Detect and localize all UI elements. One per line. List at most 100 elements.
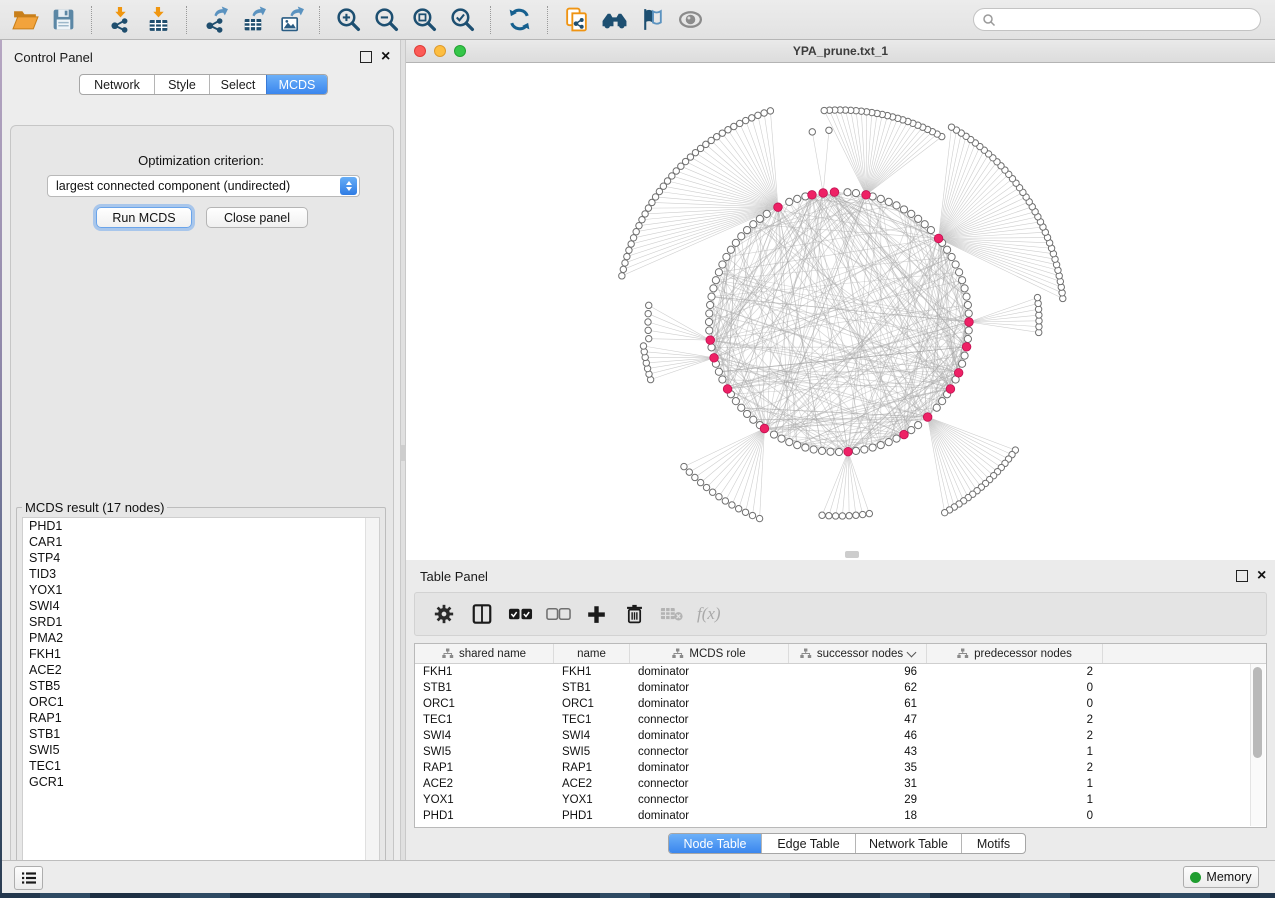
tab-mcds[interactable]: MCDS	[266, 75, 327, 94]
table-row[interactable]: STB1STB1dominator620	[415, 680, 1266, 696]
cell: PHD1	[415, 810, 554, 822]
result-node[interactable]: YOX1	[23, 582, 379, 598]
show-hide-button[interactable]	[595, 4, 633, 36]
result-node[interactable]: FKH1	[23, 646, 379, 662]
binoculars-icon	[601, 6, 628, 33]
cell: dominator	[630, 810, 789, 822]
open-file-button[interactable]	[6, 4, 44, 36]
mcds-result-list[interactable]: PHD1CAR1STP4TID3YOX1SWI4SRD1PMA2FKH1ACE2…	[22, 517, 380, 870]
tab-style[interactable]: Style	[154, 75, 209, 94]
horizontal-splitter-handle[interactable]	[845, 551, 859, 558]
table-row[interactable]: SWI5SWI5connector431	[415, 744, 1266, 760]
export-image-icon	[278, 6, 305, 33]
table-scrollbar[interactable]	[1250, 664, 1265, 826]
run-mcds-button[interactable]: Run MCDS	[96, 207, 192, 228]
refresh-button[interactable]	[500, 4, 538, 36]
import-table-button[interactable]	[139, 4, 177, 36]
tab-select[interactable]: Select	[209, 75, 266, 94]
toolbar-separator	[319, 6, 320, 34]
result-node[interactable]: TID3	[23, 566, 379, 582]
cell: dominator	[630, 666, 789, 678]
column-header-predecessor-nodes[interactable]: predecessor nodes	[927, 644, 1103, 663]
search-input[interactable]	[973, 8, 1261, 31]
tab-network-table[interactable]: Network Table	[855, 834, 961, 853]
result-scrollbar[interactable]	[365, 518, 379, 869]
export-image-button[interactable]	[272, 4, 310, 36]
tab-motifs[interactable]: Motifs	[961, 834, 1025, 853]
import-table-icon	[145, 6, 172, 33]
export-network-button[interactable]	[196, 4, 234, 36]
save-session-button[interactable]	[44, 4, 82, 36]
result-node[interactable]: SWI4	[23, 598, 379, 614]
tab-node-table[interactable]: Node Table	[669, 834, 761, 853]
table-row[interactable]: RAP1RAP1dominator352	[415, 760, 1266, 776]
result-node[interactable]: GCR1	[23, 774, 379, 790]
result-node[interactable]: ACE2	[23, 662, 379, 678]
task-history-button[interactable]	[14, 866, 43, 890]
deselect-all-button[interactable]	[541, 597, 575, 631]
show-column-button[interactable]	[465, 597, 499, 631]
result-node[interactable]: STB5	[23, 678, 379, 694]
table-row[interactable]: ORC1ORC1dominator610	[415, 696, 1266, 712]
zoom-in-button[interactable]	[329, 4, 367, 36]
column-header-name[interactable]: name	[554, 644, 630, 663]
close-panel-button[interactable]: Close panel	[206, 207, 308, 228]
desktop-wallpaper	[0, 40, 2, 893]
clone-network-icon	[563, 6, 590, 33]
select-all-button[interactable]	[503, 597, 537, 631]
cell: YOX1	[554, 794, 630, 806]
network-graph[interactable]	[406, 63, 1275, 560]
result-node[interactable]: TEC1	[23, 758, 379, 774]
criterion-dropdown[interactable]: largest connected component (undirected)	[47, 175, 360, 197]
table-scrollbar-thumb[interactable]	[1253, 667, 1262, 758]
table-row[interactable]: TEC1TEC1connector472	[415, 712, 1266, 728]
eye-icon	[677, 6, 704, 33]
cell: STB1	[415, 682, 554, 694]
cell: 0	[927, 810, 1103, 822]
result-node[interactable]: STB1	[23, 726, 379, 742]
zoom-fit-button[interactable]	[405, 4, 443, 36]
mcds-result-group: MCDS result (17 nodes) PHD1CAR1STP4TID3Y…	[16, 500, 386, 877]
result-node[interactable]: RAP1	[23, 710, 379, 726]
function-builder-button[interactable]: f(x)	[697, 604, 721, 624]
table-row[interactable]: PHD1PHD1dominator180	[415, 808, 1266, 824]
gear-icon	[433, 603, 455, 625]
table-settings-button[interactable]	[427, 597, 461, 631]
float-panel-icon[interactable]	[360, 51, 372, 63]
cell: dominator	[630, 698, 789, 710]
result-node[interactable]: ORC1	[23, 694, 379, 710]
tab-network[interactable]: Network	[80, 75, 154, 94]
table-row[interactable]: ACE2ACE2connector311	[415, 776, 1266, 792]
close-table-panel-icon[interactable]: ×	[1257, 571, 1266, 581]
clone-network-button[interactable]	[557, 4, 595, 36]
node-table[interactable]: shared namenameMCDS rolesuccessor nodesp…	[414, 643, 1267, 828]
delete-table-button[interactable]	[655, 597, 689, 631]
result-node[interactable]: SRD1	[23, 614, 379, 630]
zoom-out-button[interactable]	[367, 4, 405, 36]
table-row[interactable]: YOX1YOX1connector291	[415, 792, 1266, 808]
float-table-panel-icon[interactable]	[1236, 570, 1248, 582]
zoom-selected-button[interactable]	[443, 4, 481, 36]
add-column-button[interactable]	[579, 597, 613, 631]
table-row[interactable]: FKH1FKH1dominator962	[415, 664, 1266, 680]
result-node[interactable]: SWI5	[23, 742, 379, 758]
result-node[interactable]: STP4	[23, 550, 379, 566]
network-view[interactable]	[406, 63, 1275, 560]
network-window-titlebar[interactable]: YPA_prune.txt_1	[406, 40, 1275, 63]
style-mapper-button[interactable]	[633, 4, 671, 36]
show-graphics-button[interactable]	[671, 4, 709, 36]
export-table-button[interactable]	[234, 4, 272, 36]
result-node[interactable]: PHD1	[23, 518, 379, 534]
cell: ORC1	[554, 698, 630, 710]
import-network-button[interactable]	[101, 4, 139, 36]
result-node[interactable]: CAR1	[23, 534, 379, 550]
column-header-shared-name[interactable]: shared name	[415, 644, 554, 663]
column-header-MCDS-role[interactable]: MCDS role	[630, 644, 789, 663]
result-node[interactable]: PMA2	[23, 630, 379, 646]
column-header-successor-nodes[interactable]: successor nodes	[789, 644, 927, 663]
delete-column-button[interactable]	[617, 597, 651, 631]
tab-edge-table[interactable]: Edge Table	[761, 834, 855, 853]
memory-button[interactable]: Memory	[1183, 866, 1259, 888]
table-row[interactable]: SWI4SWI4dominator462	[415, 728, 1266, 744]
close-panel-icon[interactable]: ×	[381, 52, 390, 62]
